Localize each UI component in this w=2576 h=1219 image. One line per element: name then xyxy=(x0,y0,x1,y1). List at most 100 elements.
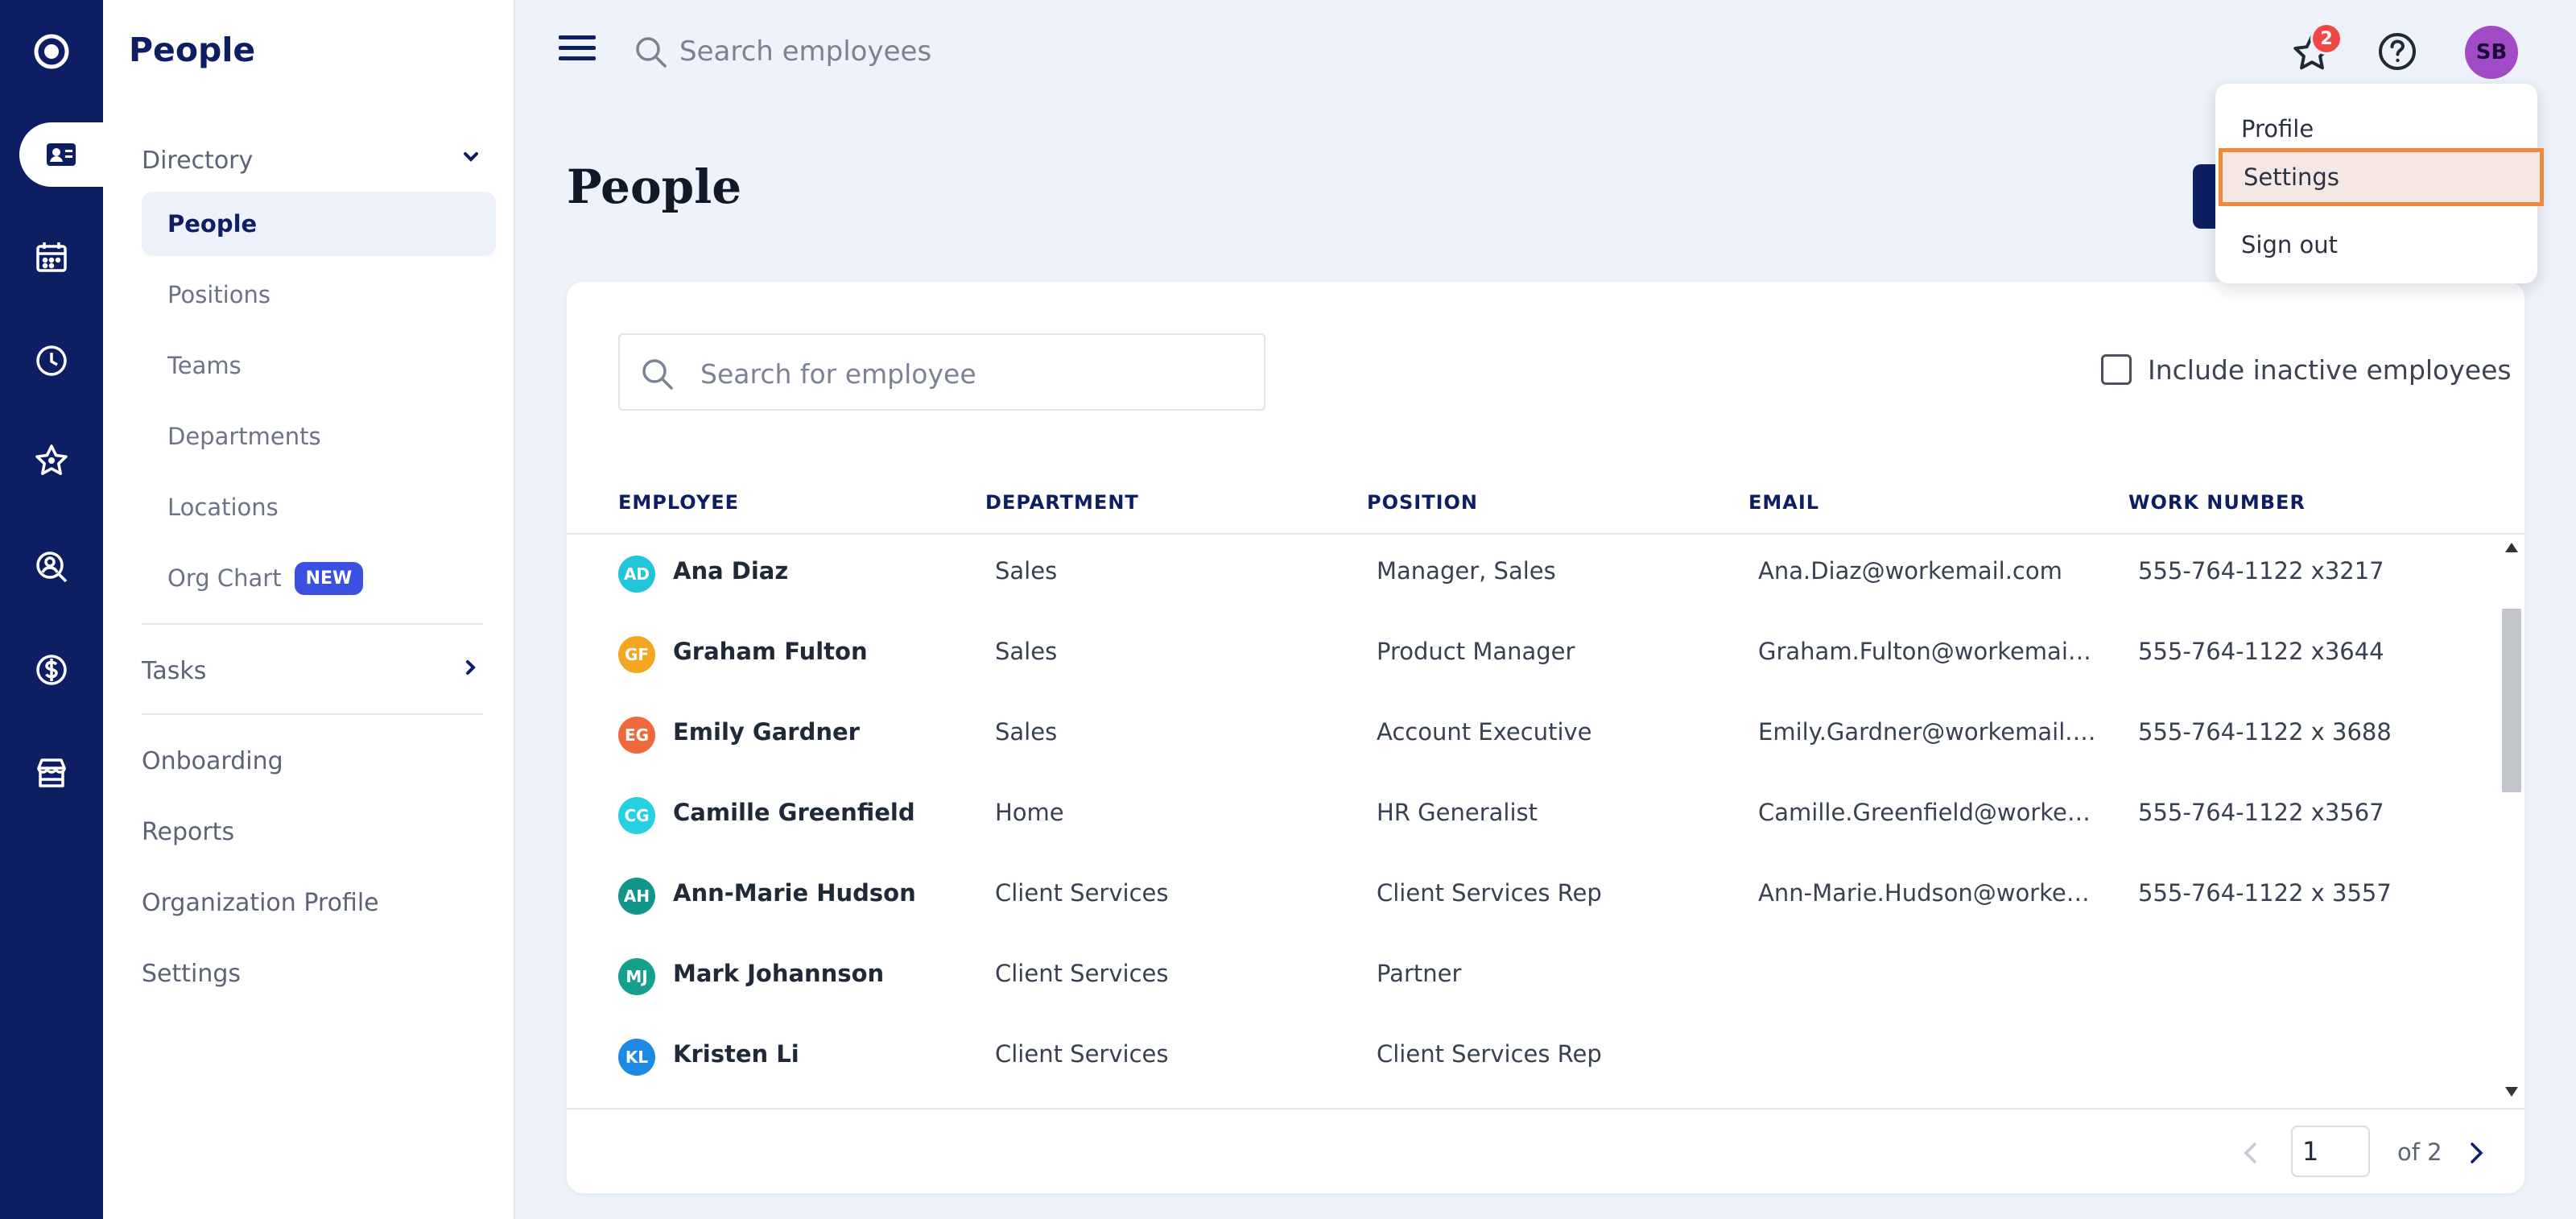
sidebar-divider xyxy=(142,713,483,715)
previous-page-icon[interactable] xyxy=(2235,1137,2267,1169)
sidebar-item-label: Onboarding xyxy=(142,747,283,775)
star-icon[interactable] xyxy=(0,422,103,499)
employee-filter-input[interactable] xyxy=(700,348,1248,399)
employee-table-card: Include inactive employees EMPLOYEE DEPA… xyxy=(567,282,2524,1193)
include-inactive-toggle[interactable]: Include inactive employees xyxy=(2101,349,2512,390)
employee-work-number: 555-764-1122 x3644 xyxy=(2138,638,2384,665)
sidebar-item-teams[interactable]: Teams xyxy=(142,333,496,398)
menu-item-sign-out[interactable]: Sign out xyxy=(2215,216,2537,274)
new-badge: NEW xyxy=(294,561,364,595)
sidebar-item-label: Organization Profile xyxy=(142,889,379,917)
sidebar-item-label: Org Chart xyxy=(167,564,282,592)
page-number-input[interactable] xyxy=(2291,1126,2370,1177)
employee-department: Sales xyxy=(995,557,1058,585)
page-title: People xyxy=(567,159,742,214)
clock-icon[interactable] xyxy=(0,322,103,399)
column-header-department[interactable]: DEPARTMENT xyxy=(985,491,1139,514)
table-row[interactable]: MJ Mark Johannson Client Services Partne… xyxy=(567,939,2499,1019)
sidebar-item-label: Positions xyxy=(167,281,271,308)
sidebar-item-departments[interactable]: Departments xyxy=(142,404,496,469)
employee-work-number: 555-764-1122 x3217 xyxy=(2138,557,2384,585)
chevron-down-icon xyxy=(459,145,483,176)
column-header-employee[interactable]: EMPLOYEE xyxy=(618,491,739,514)
employee-position: Account Executive xyxy=(1377,718,1592,746)
employee-name[interactable]: Kristen Li xyxy=(673,1040,799,1068)
help-icon[interactable] xyxy=(2376,31,2418,72)
employee-name[interactable]: Ana Diaz xyxy=(673,557,788,585)
sidebar-section-label: Directory xyxy=(142,146,254,175)
employee-department: Client Services xyxy=(995,1040,1169,1068)
employee-name[interactable]: Mark Johannson xyxy=(673,960,884,987)
menu-item-label: Sign out xyxy=(2241,231,2338,258)
sidebar-item-organization-profile[interactable]: Organization Profile xyxy=(142,889,483,917)
employee-position: Client Services Rep xyxy=(1377,879,1602,907)
sidebar-item-settings[interactable]: Settings xyxy=(142,960,483,988)
employee-position: Client Services Rep xyxy=(1377,1040,1602,1068)
employee-work-number: 555-764-1122 x 3557 xyxy=(2138,879,2392,907)
menu-toggle-icon[interactable] xyxy=(559,35,596,66)
employee-search-input[interactable] xyxy=(679,27,1243,76)
table-row[interactable]: AH Ann-Marie Hudson Client Services Clie… xyxy=(567,858,2499,939)
employee-department: Sales xyxy=(995,638,1058,665)
page-count-label: of 2 xyxy=(2397,1138,2442,1166)
user-menu-dropdown: Profile Settings Sign out xyxy=(2215,84,2544,283)
chevron-right-icon xyxy=(459,655,483,686)
employee-department: Client Services xyxy=(995,960,1169,987)
include-inactive-checkbox[interactable] xyxy=(2101,354,2132,385)
table-row[interactable]: KL Kristen Li Client Services Client Ser… xyxy=(567,1019,2499,1100)
table-row[interactable]: CG Camille Greenfield Home HR Generalist… xyxy=(567,778,2499,858)
employee-name[interactable]: Ann-Marie Hudson xyxy=(673,879,916,907)
table-row[interactable]: AD Ana Diaz Sales Manager, Sales Ana.Dia… xyxy=(567,536,2499,617)
employee-email: Camille.Greenfield@workema... xyxy=(1758,799,2096,826)
scroll-down-arrow-icon[interactable] xyxy=(2505,1087,2518,1097)
person-search-icon[interactable] xyxy=(0,528,103,605)
scrollbar-thumb[interactable] xyxy=(2502,609,2521,792)
menu-item-settings[interactable]: Settings xyxy=(2219,148,2544,206)
employee-avatar: GF xyxy=(618,636,655,673)
app-logo-icon[interactable] xyxy=(0,13,103,90)
employee-department: Client Services xyxy=(995,879,1169,907)
employee-email: Ann-Marie.Hudson@workem... xyxy=(1758,879,2096,907)
sidebar-item-people[interactable]: People xyxy=(142,192,496,256)
sidebar-item-reports[interactable]: Reports xyxy=(142,818,483,846)
table-scrollbar[interactable] xyxy=(2499,536,2524,1103)
sidebar-divider xyxy=(142,623,483,625)
user-avatar[interactable]: SB xyxy=(2465,26,2518,79)
menu-item-label: Settings xyxy=(2244,163,2339,191)
scroll-up-arrow-icon[interactable] xyxy=(2505,543,2518,552)
employee-name[interactable]: Emily Gardner xyxy=(673,718,860,746)
sidebar-item-label: People xyxy=(167,210,258,238)
employee-work-number: 555-764-1122 x3567 xyxy=(2138,799,2384,826)
table-header: EMPLOYEE DEPARTMENT POSITION EMAIL WORK … xyxy=(567,483,2524,535)
store-icon[interactable] xyxy=(0,734,103,812)
calendar-icon[interactable] xyxy=(0,219,103,296)
people-directory-icon[interactable] xyxy=(19,122,103,187)
employee-name[interactable]: Camille Greenfield xyxy=(673,799,915,826)
table-row[interactable]: EG Emily Gardner Sales Account Executive… xyxy=(567,697,2499,778)
include-inactive-label: Include inactive employees xyxy=(2148,353,2512,386)
sidebar-section-label: Tasks xyxy=(142,656,207,685)
dollar-icon[interactable] xyxy=(0,631,103,709)
sidebar-item-onboarding[interactable]: Onboarding xyxy=(142,747,483,775)
table-row[interactable]: GF Graham Fulton Sales Product Manager G… xyxy=(567,617,2499,697)
employee-work-number: 555-764-1122 x 3688 xyxy=(2138,718,2392,746)
sidebar-item-label: Locations xyxy=(167,494,279,521)
next-page-icon[interactable] xyxy=(2460,1137,2492,1169)
column-header-work-number[interactable]: WORK NUMBER xyxy=(2128,491,2306,514)
sidebar-section-tasks[interactable]: Tasks xyxy=(142,655,483,686)
sidebar-title: People xyxy=(129,31,256,69)
pagination: of 2 xyxy=(567,1108,2524,1193)
sidebar-item-locations[interactable]: Locations xyxy=(142,475,496,539)
icon-rail xyxy=(0,0,103,1219)
sidebar-section-directory[interactable]: Directory xyxy=(142,145,483,176)
column-header-position[interactable]: POSITION xyxy=(1367,491,1478,514)
sidebar-item-label: Reports xyxy=(142,818,235,846)
employee-name[interactable]: Graham Fulton xyxy=(673,638,868,665)
employee-email: Emily.Gardner@workemail.co... xyxy=(1758,718,2096,746)
column-header-email[interactable]: EMAIL xyxy=(1748,491,1819,514)
employee-filter-search[interactable] xyxy=(618,333,1265,411)
employee-position: Partner xyxy=(1377,960,1462,987)
sidebar-item-positions[interactable]: Positions xyxy=(142,262,496,327)
sidebar-item-org-chart[interactable]: Org Chart NEW xyxy=(142,546,496,610)
employee-avatar: AH xyxy=(618,878,655,915)
